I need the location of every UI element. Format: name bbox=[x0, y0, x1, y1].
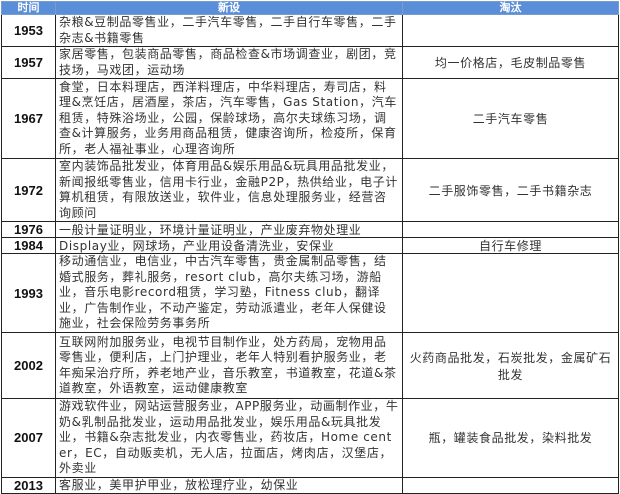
removed-cell: 瓶，罐装食品批发，染料批发 bbox=[402, 398, 619, 478]
removed-cell: 火药商品批发，石炭批发，金属矿石批发 bbox=[402, 332, 619, 399]
added-cell: 游戏软件业，网站运营服务业，APP服务业，动画制作业，牛奶&乳制品批发业，运动用… bbox=[55, 398, 403, 478]
added-cell: 一般计量证明业，环境计量证明业，产业废弃物处理业 bbox=[55, 221, 403, 238]
table-row: 1967 食堂，日本料理店，西洋料理店，中华料理店，寿司店，料理&烹饪店，居酒屋，… bbox=[1, 78, 619, 159]
header-removed: 淘汰 bbox=[402, 1, 619, 15]
removed-cell bbox=[402, 221, 619, 238]
industry-change-table: 时间 新设 淘汰 1953 杂粮&豆制品零售业，二手汽车零售，二手自行车零售，二手… bbox=[1, 1, 619, 494]
table-row: 1984 Display业，网球场，产业用设备清洗业，安保业 自行车修理 bbox=[1, 237, 619, 254]
table-row: 2013 客服业，美甲护甲业，放松理疗业，幼保业 bbox=[1, 476, 619, 494]
year-cell: 1967 bbox=[1, 78, 56, 159]
added-cell: Display业，网球场，产业用设备清洗业，安保业 bbox=[55, 237, 403, 254]
year-cell: 2002 bbox=[1, 332, 56, 399]
year-cell: 1976 bbox=[1, 221, 56, 238]
year-cell: 1993 bbox=[1, 253, 56, 333]
removed-cell: 均一价格店，毛皮制品零售 bbox=[402, 46, 619, 79]
table-row: 1957 家居零售，包装商品零售，商品检查&市场调查业，剧团，竞技场，马戏团，运动… bbox=[1, 46, 619, 79]
table-row: 2007 游戏软件业，网站运营服务业，APP服务业，动画制作业，牛奶&乳制品批发业… bbox=[1, 398, 619, 478]
removed-cell: 自行车修理 bbox=[402, 237, 619, 254]
added-cell: 杂粮&豆制品零售业，二手汽车零售，二手自行车零售，二手杂志&书籍零售 bbox=[55, 14, 403, 47]
year-cell: 2007 bbox=[1, 398, 56, 478]
table-row: 1976 一般计量证明业，环境计量证明业，产业废弃物处理业 bbox=[1, 221, 619, 238]
added-cell: 室内装饰品批发业，体育用品&娱乐用品&玩具用品批发业，新闻报纸零售业，信用卡行业… bbox=[55, 158, 403, 222]
removed-cell bbox=[402, 476, 619, 494]
table-row: 1993 移动通信业，电信业，中古汽车零售，贵金属制品零售，结婚式服务，葬礼服务，… bbox=[1, 253, 619, 333]
added-cell: 客服业，美甲护甲业，放松理疗业，幼保业 bbox=[55, 476, 403, 494]
table-row: 1953 杂粮&豆制品零售业，二手汽车零售，二手自行车零售，二手杂志&书籍零售 bbox=[1, 14, 619, 47]
table-row: 2002 互联网附加服务业，电视节目制作业，处方药局，宠物用品零售业，便利店，上门… bbox=[1, 332, 619, 399]
added-cell: 食堂，日本料理店，西洋料理店，中华料理店，寿司店，料理&烹饪店，居酒屋，茶店，汽… bbox=[55, 78, 403, 159]
year-cell: 1972 bbox=[1, 158, 56, 222]
header-year: 时间 bbox=[1, 1, 56, 15]
removed-cell bbox=[402, 14, 619, 47]
year-cell: 1957 bbox=[1, 46, 56, 79]
removed-cell: 二手服饰零售，二手书籍杂志 bbox=[402, 158, 619, 222]
year-cell: 1984 bbox=[1, 237, 56, 254]
added-cell: 互联网附加服务业，电视节目制作业，处方药局，宠物用品零售业，便利店，上门护理业，… bbox=[55, 332, 403, 399]
year-cell: 1953 bbox=[1, 14, 56, 47]
added-cell: 移动通信业，电信业，中古汽车零售，贵金属制品零售，结婚式服务，葬礼服务，reso… bbox=[55, 253, 403, 333]
header-added: 新设 bbox=[55, 1, 403, 15]
removed-cell bbox=[402, 253, 619, 333]
added-cell: 家居零售，包装商品零售，商品检查&市场调查业，剧团，竞技场，马戏团，运动场 bbox=[55, 46, 403, 79]
year-cell: 2013 bbox=[1, 476, 56, 494]
header-row: 时间 新设 淘汰 bbox=[1, 1, 619, 15]
removed-cell: 二手汽车零售 bbox=[402, 78, 619, 159]
table-row: 1972 室内装饰品批发业，体育用品&娱乐用品&玩具用品批发业，新闻报纸零售业，信… bbox=[1, 158, 619, 222]
